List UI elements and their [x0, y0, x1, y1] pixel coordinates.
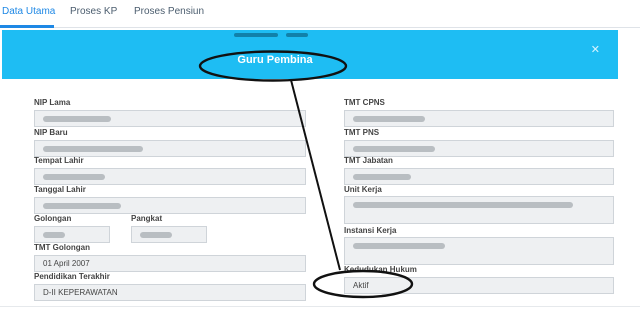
label-nip-lama: NIP Lama — [34, 98, 71, 107]
field-tanggal-lahir[interactable] — [34, 197, 306, 214]
tab-bar: Data Utama Proses KP Proses Pensiun — [0, 0, 640, 28]
field-unit-kerja[interactable] — [344, 196, 614, 224]
field-pangkat[interactable] — [131, 226, 207, 243]
tab-proses-kp[interactable]: Proses KP — [70, 6, 117, 17]
field-golongan[interactable] — [34, 226, 110, 243]
redacted-value — [353, 173, 411, 180]
field-tempat-lahir[interactable] — [34, 168, 306, 185]
redacted-value — [353, 201, 573, 208]
label-instansi-kerja: Instansi Kerja — [344, 226, 397, 235]
field-tmt-cpns[interactable] — [344, 110, 614, 127]
field-pendidikan-terakhir[interactable]: D-II KEPERAWATAN — [34, 284, 306, 301]
field-tmt-jabatan[interactable] — [344, 168, 614, 185]
close-icon[interactable]: ✕ — [591, 43, 600, 56]
field-tmt-golongan[interactable]: 01 April 2007 — [34, 255, 306, 272]
label-pendidikan-terakhir: Pendidikan Terakhir — [34, 272, 110, 281]
label-tmt-pns: TMT PNS — [344, 128, 380, 137]
tab-proses-pensiun[interactable]: Proses Pensiun — [134, 6, 204, 17]
label-tmt-golongan: TMT Golongan — [34, 243, 90, 252]
active-tab-indicator — [0, 25, 54, 28]
redacted-value — [353, 145, 435, 152]
field-kedudukan-hukum[interactable]: Aktif — [344, 277, 614, 294]
redacted-name — [234, 33, 324, 39]
tab-data-utama[interactable]: Data Utama — [2, 6, 55, 17]
field-instansi-kerja[interactable] — [344, 237, 614, 265]
redacted-value — [43, 173, 105, 180]
label-golongan: Golongan — [34, 214, 72, 223]
label-unit-kerja: Unit Kerja — [344, 185, 382, 194]
redacted-value — [353, 115, 425, 122]
divider — [0, 306, 640, 307]
redacted-value — [43, 115, 111, 122]
label-pangkat: Pangkat — [131, 214, 163, 223]
field-tmt-pns[interactable] — [344, 140, 614, 157]
label-tmt-jabatan: TMT Jabatan — [344, 156, 393, 165]
label-nip-baru: NIP Baru — [34, 128, 68, 137]
field-nip-lama[interactable] — [34, 110, 306, 127]
redacted-value — [43, 202, 121, 209]
label-tanggal-lahir: Tanggal Lahir — [34, 185, 86, 194]
profile-banner: Guru Pembina ✕ — [2, 30, 618, 79]
field-nip-baru[interactable] — [34, 140, 306, 157]
redacted-value — [43, 231, 65, 238]
label-kedudukan-hukum: Kedudukan Hukum — [344, 265, 417, 274]
label-tempat-lahir: Tempat Lahir — [34, 156, 84, 165]
role-title: Guru Pembina — [237, 54, 313, 66]
label-tmt-cpns: TMT CPNS — [344, 98, 385, 107]
redacted-value — [353, 242, 445, 249]
redacted-value — [140, 231, 172, 238]
redacted-value — [43, 145, 143, 152]
